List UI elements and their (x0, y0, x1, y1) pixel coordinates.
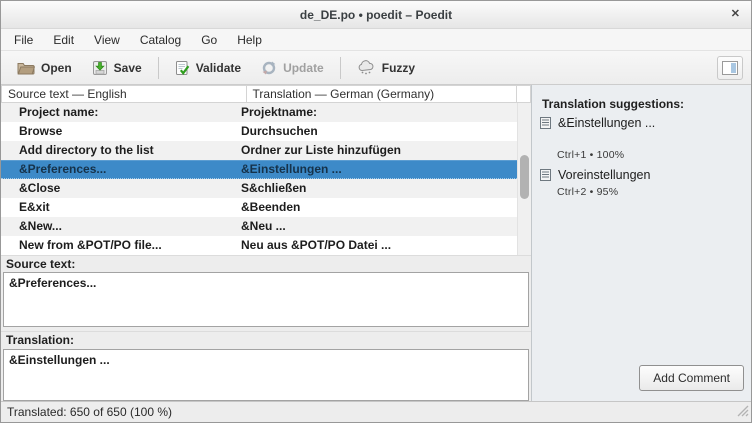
translation-label: Translation: (1, 331, 531, 349)
translation-memory-icon (540, 117, 551, 129)
validate-button-label: Validate (196, 61, 241, 75)
table-row[interactable]: Browse Durchsuchen (1, 122, 517, 141)
validate-button[interactable]: Validate (167, 56, 249, 80)
save-button[interactable]: Save (84, 56, 150, 80)
suggestion-text: Voreinstellungen (558, 168, 650, 182)
list-header: Source text — English Translation — Germ… (1, 85, 531, 103)
toolbar-separator (158, 57, 159, 79)
menu-go[interactable]: Go (191, 30, 227, 50)
poedit-window: de_DE.po • poedit – Poedit ✕ File Edit V… (0, 0, 752, 423)
translation-cell: Ordner zur Liste hinzufügen (241, 141, 517, 160)
source-cell: Browse (1, 122, 241, 141)
table-row[interactable]: E&xit &Beenden (1, 198, 517, 217)
source-cell: Project name: (1, 103, 241, 122)
main-area: Source text — English Translation — Germ… (1, 85, 751, 401)
suggestion-shortcut: Ctrl+2 • 95% (557, 186, 618, 198)
source-cell: &Close (1, 179, 241, 198)
fuzzy-button-label: Fuzzy (382, 61, 415, 75)
suggestion-shortcut: Ctrl+1 • 100% (557, 149, 624, 161)
source-cell: Add directory to the list (1, 141, 241, 160)
source-cell: New from &POT/PO file... (1, 236, 241, 255)
translation-cell: Projektname: (241, 103, 517, 122)
menubar: File Edit View Catalog Go Help (1, 29, 751, 51)
table-row[interactable]: &New... &Neu ... (1, 217, 517, 236)
scrollbar-thumb[interactable] (520, 155, 529, 199)
toolbar: Open Save Validate (1, 51, 751, 85)
sidebar-toggle-button[interactable] (717, 56, 743, 80)
suggestions-sidebar: Translation suggestions: &Einstellungen … (532, 85, 751, 401)
menu-catalog[interactable]: Catalog (130, 30, 191, 50)
suggestion-item[interactable]: &Einstellungen ... (540, 116, 655, 130)
fuzzy-button[interactable]: Fuzzy (349, 56, 423, 79)
translation-cell: &Neu ... (241, 217, 517, 236)
update-refresh-icon (261, 60, 277, 76)
menu-file[interactable]: File (4, 30, 43, 50)
source-cell: &New... (1, 217, 241, 236)
source-text-box: &Preferences... (3, 272, 529, 327)
save-icon (92, 60, 108, 76)
table-row[interactable]: Add directory to the list Ordner zur Lis… (1, 141, 517, 160)
translation-cell: &Beenden (241, 198, 517, 217)
source-cell: E&xit (1, 198, 241, 217)
table-row[interactable]: &Close S&chließen (1, 179, 517, 198)
resize-grip-icon[interactable] (736, 404, 749, 420)
suggestion-item[interactable]: Voreinstellungen (540, 168, 650, 182)
folder-open-icon (17, 61, 35, 75)
update-button-label: Update (283, 61, 324, 75)
translation-cell: Durchsuchen (241, 122, 517, 141)
translation-memory-icon (540, 169, 551, 181)
source-text-label: Source text: (1, 255, 531, 272)
toolbar-separator (340, 57, 341, 79)
suggestion-text: &Einstellungen ... (558, 116, 655, 130)
table-row[interactable]: New from &POT/PO file... Neu aus &POT/PO… (1, 236, 517, 255)
translation-cell: &Einstellungen ... (241, 161, 517, 178)
translation-cell: Neu aus &POT/PO Datei ... (241, 236, 517, 255)
update-button: Update (253, 56, 332, 80)
translation-list-panel: Source text — English Translation — Germ… (1, 85, 532, 401)
translation-cell: S&chließen (241, 179, 517, 198)
source-cell: &Preferences... (1, 161, 241, 178)
translation-list: Project name: Projektname: Browse Durchs… (1, 103, 531, 255)
vertical-scrollbar[interactable] (517, 103, 531, 255)
statusbar: Translated: 650 of 650 (100 %) (1, 401, 751, 422)
window-title: de_DE.po • poedit – Poedit (300, 8, 452, 22)
open-button-label: Open (41, 61, 72, 75)
translation-input[interactable]: &Einstellungen ... (3, 349, 529, 401)
add-comment-button[interactable]: Add Comment (639, 365, 744, 391)
open-button[interactable]: Open (9, 57, 80, 79)
sidebar-panel-icon (722, 61, 738, 75)
validate-icon (175, 60, 190, 76)
save-button-label: Save (114, 61, 142, 75)
close-icon[interactable]: ✕ (731, 8, 740, 21)
suggestions-title: Translation suggestions: (542, 97, 684, 111)
table-row-selected[interactable]: &Preferences... &Einstellungen ... (1, 160, 517, 179)
menu-view[interactable]: View (84, 30, 130, 50)
status-text: Translated: 650 of 650 (100 %) (7, 405, 172, 419)
header-corner (517, 85, 531, 103)
titlebar: de_DE.po • poedit – Poedit ✕ (1, 1, 751, 29)
column-header-source[interactable]: Source text — English (1, 85, 247, 103)
menu-edit[interactable]: Edit (43, 30, 84, 50)
table-row[interactable]: Project name: Projektname: (1, 103, 517, 122)
fuzzy-cloud-icon (357, 60, 376, 75)
column-header-translation[interactable]: Translation — German (Germany) (247, 85, 517, 103)
menu-help[interactable]: Help (227, 30, 272, 50)
